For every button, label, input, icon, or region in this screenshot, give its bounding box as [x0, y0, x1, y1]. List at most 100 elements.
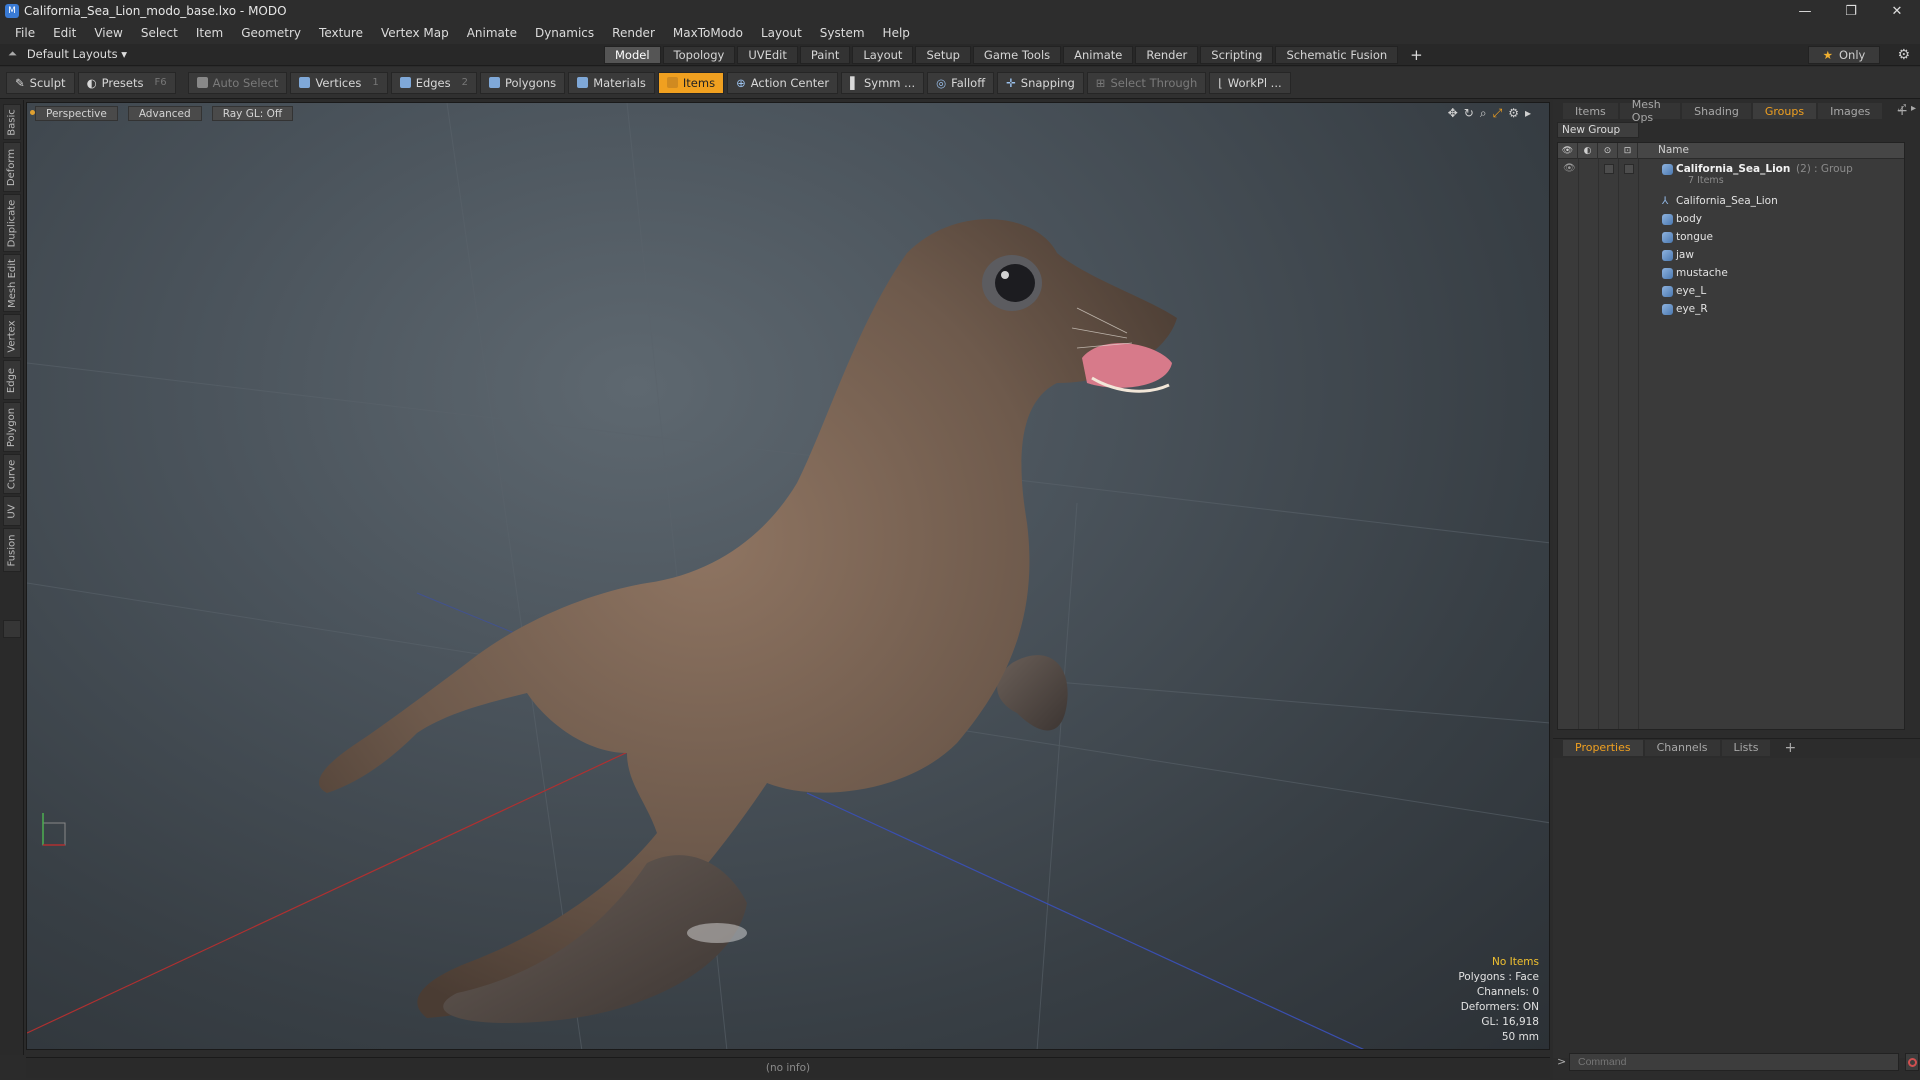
group-lock-box[interactable]: [1604, 164, 1614, 174]
menu-view[interactable]: View: [85, 26, 131, 40]
vtab-polygon[interactable]: Polygon: [3, 402, 21, 452]
menu-dynamics[interactable]: Dynamics: [526, 26, 603, 40]
presets-button[interactable]: ◐ Presets F6: [77, 71, 176, 94]
tab-groups[interactable]: Groups: [1752, 103, 1817, 119]
menu-maxtomodo[interactable]: MaxToModo: [664, 26, 752, 40]
visibility-column-icon[interactable]: 👁: [1558, 143, 1578, 159]
view-type-button[interactable]: Perspective: [35, 106, 118, 121]
vtab-curve[interactable]: Curve: [3, 454, 21, 494]
sculpt-button[interactable]: ✎ Sculpt: [6, 71, 75, 94]
sidebar-toggle-button[interactable]: [3, 620, 21, 638]
expand-icon[interactable]: ⤢: [1898, 103, 1906, 114]
tree-item-body[interactable]: body: [1558, 211, 1904, 229]
workplane-button[interactable]: ⌊ WorkPl ...: [1209, 71, 1291, 94]
only-button[interactable]: ★ Only: [1808, 46, 1880, 64]
select-column-icon[interactable]: ⊡: [1618, 143, 1638, 159]
menu-layout[interactable]: Layout: [752, 26, 811, 40]
layout-dropdown[interactable]: Default Layouts ▾: [27, 47, 127, 61]
vtab-duplicate[interactable]: Duplicate: [3, 194, 21, 252]
materials-button[interactable]: Materials: [568, 71, 655, 94]
pan-icon[interactable]: ✥: [1448, 106, 1458, 121]
vtab-vertex[interactable]: Vertex: [3, 314, 21, 358]
edges-button[interactable]: Edges 2: [390, 71, 477, 94]
vtab-deform[interactable]: Deform: [3, 142, 21, 192]
polygons-button[interactable]: Polygons: [480, 71, 566, 94]
tab-paint[interactable]: Paint: [799, 46, 851, 64]
symmetry-button[interactable]: ▌ Symm ...: [841, 71, 925, 94]
menu-animate[interactable]: Animate: [458, 26, 526, 40]
menu-select[interactable]: Select: [132, 26, 187, 40]
menu-vertex-map[interactable]: Vertex Map: [372, 26, 458, 40]
tab-topology[interactable]: Topology: [662, 46, 736, 64]
vtab-mesh-edit-label: Mesh Edit: [6, 258, 18, 308]
zoom-icon[interactable]: ⌕: [1480, 106, 1487, 121]
tab-uvedit[interactable]: UVEdit: [737, 46, 798, 64]
command-history-button[interactable]: [1905, 1053, 1919, 1071]
tab-game-tools[interactable]: Game Tools: [972, 46, 1062, 64]
tab-shading[interactable]: Shading: [1682, 103, 1751, 119]
tab-channels[interactable]: Channels: [1644, 739, 1720, 756]
tree-item-sea-lion-locator[interactable]: ⅄ California_Sea_Lion: [1558, 193, 1904, 211]
tab-render[interactable]: Render: [1135, 46, 1199, 64]
layout-collapse-icon[interactable]: ⏶: [8, 47, 17, 61]
tab-lists[interactable]: Lists: [1721, 739, 1771, 756]
tree-item-jaw[interactable]: jaw: [1558, 247, 1904, 265]
action-center-button[interactable]: ⊕ Action Center: [727, 71, 839, 94]
menu-geometry[interactable]: Geometry: [232, 26, 310, 40]
name-column-header[interactable]: Name: [1658, 144, 1689, 156]
add-properties-tab-button[interactable]: +: [1772, 740, 1808, 756]
panel-menu-icon[interactable]: ▸: [1911, 103, 1916, 114]
falloff-button[interactable]: ◎ Falloff: [927, 71, 995, 94]
restore-button[interactable]: ❐: [1828, 0, 1874, 22]
close-button[interactable]: ✕: [1874, 0, 1920, 22]
menu-texture[interactable]: Texture: [310, 26, 372, 40]
tab-setup[interactable]: Setup: [915, 46, 971, 64]
menu-file[interactable]: File: [6, 26, 44, 40]
select-through-button[interactable]: ⊞ Select Through: [1086, 71, 1207, 94]
tree-item-eye-r[interactable]: eye_R: [1558, 301, 1904, 319]
gear-icon[interactable]: ⚙: [1897, 47, 1910, 63]
group-row[interactable]: 👁 California_Sea_Lion (2) : Group 7 Item…: [1558, 161, 1904, 189]
maximize-icon[interactable]: ⤢: [1493, 106, 1503, 121]
lock-column-icon[interactable]: ⊙: [1598, 143, 1618, 159]
tab-schematic-fusion[interactable]: Schematic Fusion: [1275, 46, 1399, 64]
vtab-edge[interactable]: Edge: [3, 360, 21, 400]
tab-animate[interactable]: Animate: [1063, 46, 1134, 64]
tab-mesh-ops[interactable]: Mesh Ops: [1619, 98, 1681, 124]
group-select-box[interactable]: [1624, 164, 1634, 174]
menu-edit[interactable]: Edit: [44, 26, 85, 40]
vtab-mesh-edit[interactable]: Mesh Edit: [3, 254, 21, 312]
menu-system[interactable]: System: [811, 26, 874, 40]
vertices-button[interactable]: Vertices 1: [290, 71, 388, 94]
tree-item-eye-l[interactable]: eye_L: [1558, 283, 1904, 301]
group-visibility-icon[interactable]: 👁: [1563, 163, 1576, 174]
tab-items[interactable]: Items: [1563, 103, 1618, 119]
tab-scripting[interactable]: Scripting: [1200, 46, 1274, 64]
tree-item-mustache[interactable]: mustache: [1558, 265, 1904, 283]
new-group-button[interactable]: New Group: [1557, 122, 1639, 138]
items-button[interactable]: Items: [657, 71, 725, 94]
snapping-button[interactable]: ✛ Snapping: [997, 71, 1084, 94]
raygl-button[interactable]: Ray GL: Off: [211, 106, 294, 121]
tab-properties[interactable]: Properties: [1563, 739, 1643, 756]
shading-mode-button[interactable]: Advanced: [127, 106, 202, 121]
tab-images[interactable]: Images: [1818, 103, 1883, 119]
tab-layout[interactable]: Layout: [852, 46, 914, 64]
tab-model[interactable]: Model: [604, 46, 661, 64]
auto-select-button[interactable]: Auto Select: [187, 71, 288, 94]
vtab-basic[interactable]: Basic: [3, 104, 21, 140]
menu-item[interactable]: Item: [187, 26, 232, 40]
menu-render[interactable]: Render: [603, 26, 664, 40]
menu-help[interactable]: Help: [874, 26, 919, 40]
add-tab-button[interactable]: +: [1400, 46, 1433, 64]
vtab-uv[interactable]: UV: [3, 496, 21, 526]
rotate-icon[interactable]: ↻: [1464, 106, 1474, 121]
render-column-icon[interactable]: ◐: [1578, 143, 1598, 159]
viewport-menu-icon[interactable]: ▸: [1525, 106, 1531, 121]
command-input[interactable]: [1569, 1053, 1899, 1071]
minimize-button[interactable]: —: [1782, 0, 1828, 22]
vtab-fusion[interactable]: Fusion: [3, 528, 21, 572]
3d-viewport[interactable]: Perspective Advanced Ray GL: Off ✥ ↻ ⌕ ⤢…: [26, 102, 1550, 1050]
tree-item-tongue[interactable]: tongue: [1558, 229, 1904, 247]
viewport-settings-icon[interactable]: ⚙: [1508, 106, 1519, 121]
